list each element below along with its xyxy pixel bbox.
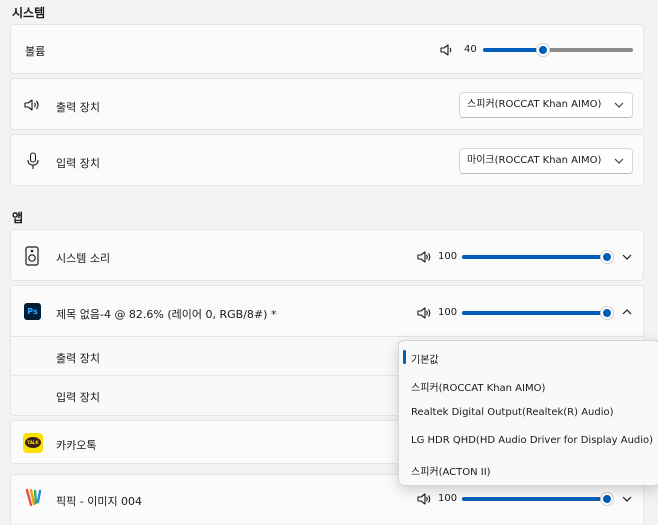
speaker-icon (24, 99, 39, 111)
input-device-card: 입력 장치 마이크(ROCCAT Khan AIMO) (10, 134, 644, 186)
app-volume-value: 100 (438, 493, 458, 504)
volume-card: 볼륨 40 (10, 24, 644, 74)
app-volume-slider-fill (462, 497, 607, 501)
input-device-selected: 마이크(ROCCAT Khan AIMO) (467, 155, 602, 166)
volume-slider-thumb[interactable] (536, 43, 550, 57)
app-volume-slider-thumb[interactable] (600, 492, 614, 506)
app-row-system-sounds: 시스템 소리 100 (10, 229, 644, 281)
kakaotalk-icon: TALK (23, 433, 43, 453)
app-volume-slider[interactable] (462, 311, 607, 315)
chevron-down-icon[interactable] (622, 253, 632, 261)
output-device-label: 출력 장치 (56, 101, 100, 114)
apps-section-title: 앱 (12, 211, 24, 225)
output-device-dropdown: 기본값 스피커(ROCCAT Khan AIMO) Realtek Digita… (398, 340, 658, 486)
chevron-down-icon (614, 158, 624, 164)
dropdown-option[interactable]: 기본값 (411, 351, 439, 366)
chevron-down-icon (614, 102, 624, 108)
app-name: 시스템 소리 (56, 252, 111, 265)
app-input-device-label: 입력 장치 (56, 391, 100, 404)
app-name: 제목 없음-4 @ 82.6% (레이어 0, RGB/8#) * (56, 308, 277, 321)
microphone-icon (27, 152, 39, 169)
dropdown-option[interactable]: Realtek Digital Output(Realtek(R) Audio) (411, 407, 614, 418)
dropdown-option[interactable]: 스피커(ACTON II) (411, 463, 491, 478)
app-volume-slider-fill (462, 255, 607, 259)
chevron-down-icon[interactable] (622, 495, 632, 503)
chevron-up-icon[interactable] (622, 308, 632, 316)
app-volume-value: 100 (438, 251, 458, 262)
output-device-select[interactable]: 스피커(ROCCAT Khan AIMO) (459, 92, 633, 118)
volume-label: 볼륨 (25, 45, 46, 58)
app-volume-slider-thumb[interactable] (600, 250, 614, 264)
selection-indicator (403, 350, 406, 364)
app-volume-slider[interactable] (462, 497, 607, 501)
volume-slider-fill (483, 48, 543, 52)
volume-slider[interactable] (483, 48, 633, 52)
output-device-card: 출력 장치 스피커(ROCCAT Khan AIMO) (10, 78, 644, 130)
output-device-selected: 스피커(ROCCAT Khan AIMO) (467, 99, 602, 110)
app-output-device-label: 출력 장치 (56, 352, 100, 365)
dropdown-option[interactable]: 스피커(ROCCAT Khan AIMO) (411, 379, 545, 394)
app-name: 카카오톡 (56, 439, 97, 452)
app-row-photoshop: Ps 제목 없음-4 @ 82.6% (레이어 0, RGB/8#) * 100 (10, 285, 644, 337)
speaker-icon[interactable] (416, 249, 432, 265)
volume-value: 40 (464, 44, 477, 55)
photoshop-icon: Ps (24, 303, 41, 320)
picpick-icon (25, 488, 42, 507)
speaker-icon[interactable] (416, 491, 432, 507)
speaker-device-icon (25, 246, 39, 266)
kakaotalk-icon-text: TALK (25, 437, 41, 448)
app-volume-value: 100 (438, 307, 458, 318)
app-volume-slider-fill (462, 311, 607, 315)
input-device-select[interactable]: 마이크(ROCCAT Khan AIMO) (459, 148, 633, 174)
app-volume-slider-thumb[interactable] (600, 306, 614, 320)
speaker-icon[interactable] (439, 42, 455, 58)
app-name: 픽픽 - 이미지 004 (56, 495, 143, 508)
system-section-title: 시스템 (12, 6, 46, 20)
dropdown-option[interactable]: LG HDR QHD(HD Audio Driver for Display A… (411, 435, 653, 446)
speaker-icon[interactable] (416, 305, 432, 321)
app-volume-slider[interactable] (462, 255, 607, 259)
input-device-label: 입력 장치 (56, 157, 100, 170)
